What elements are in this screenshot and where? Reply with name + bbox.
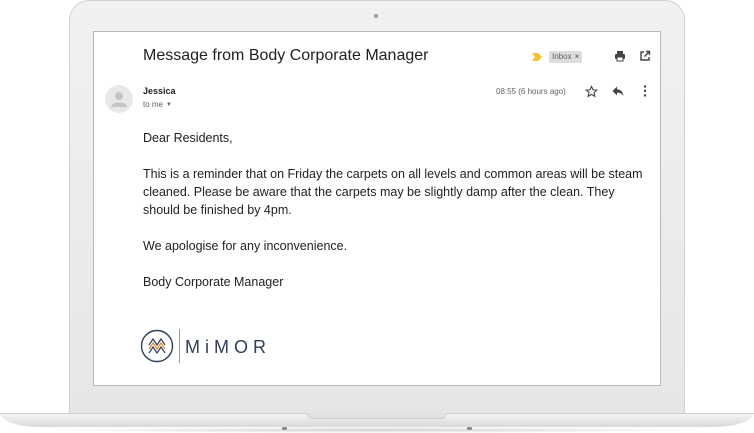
- inbox-label-text: Inbox: [552, 52, 572, 61]
- laptop-shadow: [40, 427, 714, 433]
- email-greeting: Dear Residents,: [143, 131, 233, 145]
- chevron-down-icon[interactable]: ▼: [166, 102, 172, 108]
- email-paragraph: This is a reminder that on Friday the ca…: [143, 167, 643, 217]
- default-avatar-icon: [111, 92, 127, 107]
- logo-divider: [179, 329, 180, 363]
- recipient-text: to me: [143, 100, 164, 109]
- sender-avatar[interactable]: [105, 85, 133, 113]
- more-vertical-icon[interactable]: [643, 85, 647, 97]
- mimor-logo-icon: [140, 329, 174, 363]
- laptop-foot-left: [282, 427, 287, 430]
- sender-name[interactable]: Jessica: [143, 86, 176, 96]
- email-signature: Body Corporate Manager: [143, 275, 284, 289]
- laptop-foot-right: [467, 427, 472, 430]
- remove-label-button[interactable]: ×: [575, 52, 580, 61]
- email-paragraph: We apologise for any inconvenience.: [143, 239, 348, 253]
- important-marker-icon[interactable]: [532, 53, 542, 61]
- email-subject: Message from Body Corporate Manager: [143, 47, 429, 64]
- laptop-screen: Message from Body Corporate Manager Inbo…: [93, 31, 661, 386]
- email-timestamp: 08:55 (6 hours ago): [496, 87, 566, 96]
- mimor-logo-text: MiMOR: [185, 337, 271, 357]
- laptop-base-notch: [307, 413, 447, 419]
- star-icon[interactable]: [585, 85, 598, 98]
- webcam: [374, 14, 378, 18]
- print-icon[interactable]: [614, 50, 626, 62]
- open-in-new-window-icon[interactable]: [639, 50, 651, 62]
- reply-icon[interactable]: [612, 86, 624, 97]
- recipient-line[interactable]: to me ▼: [143, 100, 172, 109]
- inbox-label-chip[interactable]: Inbox ×: [549, 51, 583, 63]
